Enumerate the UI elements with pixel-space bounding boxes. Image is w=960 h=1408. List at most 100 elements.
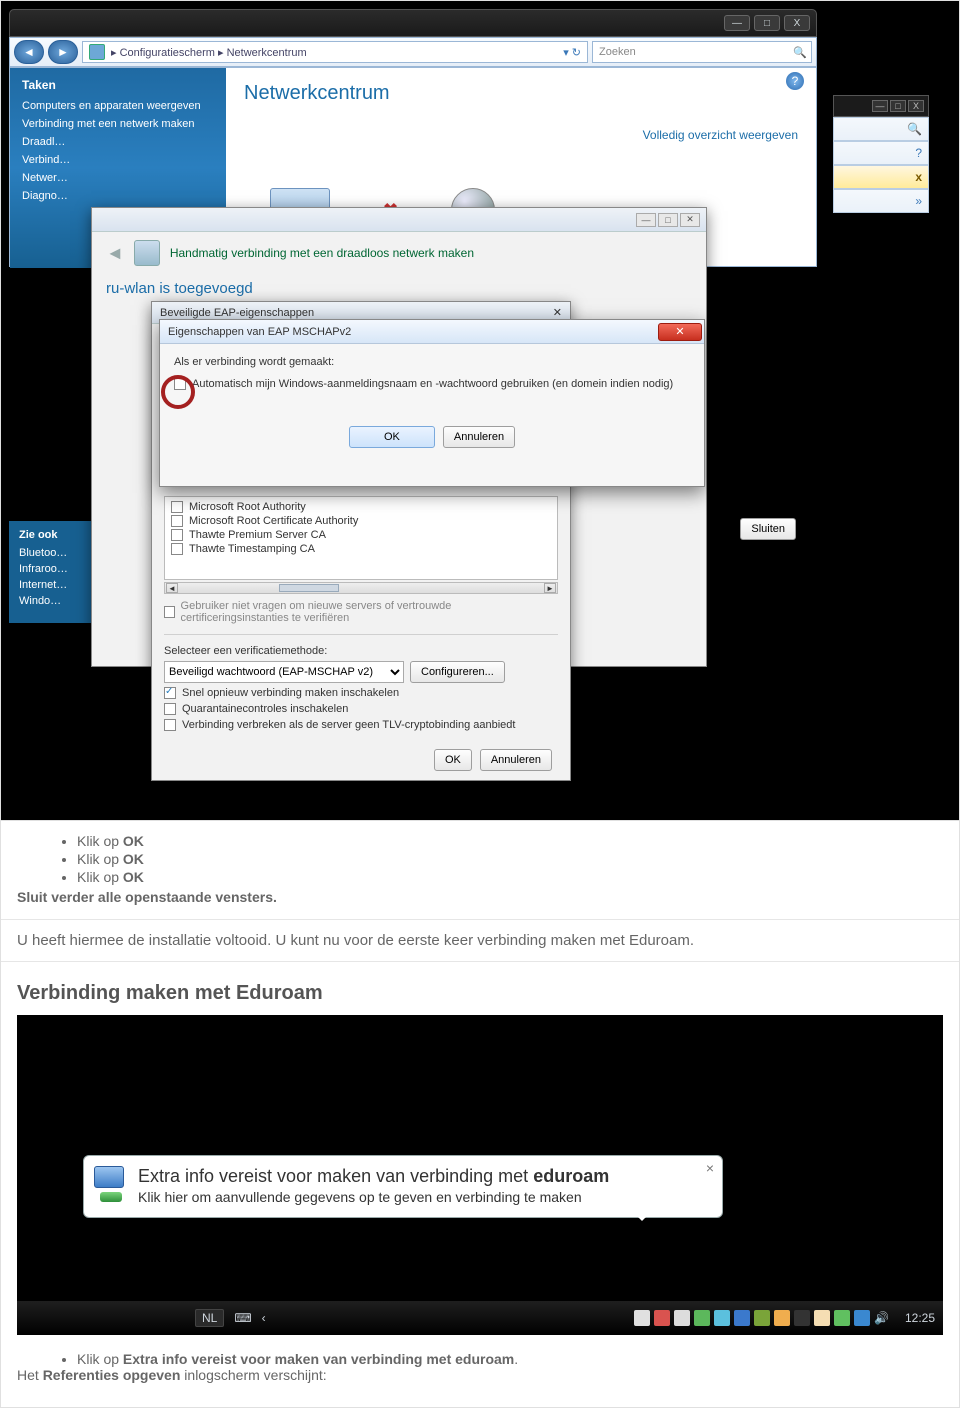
system-tray: 🔊 bbox=[634, 1310, 889, 1326]
completion-paragraph: U heeft hiermee de installatie voltooid.… bbox=[1, 920, 959, 962]
verify-method-label: Selecteer een verificatiemethode: bbox=[164, 645, 558, 657]
mschapv2-dialog: Eigenschappen van EAP MSCHAPv2 ✕ Als er … bbox=[159, 319, 705, 487]
wlan-added-text: ru-wlan is toegevoegd bbox=[92, 274, 706, 303]
cb-label: Snel opnieuw verbinding maken inschakele… bbox=[182, 687, 399, 699]
network-cable-icon bbox=[100, 1192, 122, 1202]
mschap-title: Eigenschappen van EAP MSCHAPv2 bbox=[168, 326, 351, 338]
instruction-line: Het Referenties opgeven inlogscherm vers… bbox=[17, 1367, 943, 1383]
clock: 12:25 bbox=[905, 1311, 935, 1325]
checkbox[interactable] bbox=[164, 703, 176, 715]
keyboard-icon[interactable]: ⌨ bbox=[234, 1311, 251, 1325]
instruction-item: Klik op Extra info vereist voor maken va… bbox=[77, 1351, 943, 1367]
checkbox[interactable] bbox=[171, 529, 183, 541]
bg-row-warning[interactable]: x bbox=[833, 165, 929, 189]
checkbox[interactable] bbox=[171, 515, 183, 527]
cb-label: Verbinding verbreken als de server geen … bbox=[182, 719, 515, 731]
search-icon: 🔍 bbox=[793, 46, 807, 59]
sidebar-item[interactable]: Verbinding met een netwerk maken bbox=[22, 118, 214, 130]
cancel-button[interactable]: Annuleren bbox=[480, 749, 552, 771]
bg-min-button[interactable]: — bbox=[872, 100, 888, 112]
checkbox[interactable] bbox=[164, 719, 176, 731]
sidebar-item[interactable]: Verbind… bbox=[22, 154, 214, 166]
ca-item: Microsoft Root Authority bbox=[189, 501, 306, 513]
instruction-item: Klik op OK bbox=[77, 851, 943, 867]
wireless-icon bbox=[134, 240, 160, 266]
tray-icon[interactable] bbox=[814, 1310, 830, 1326]
full-overview-link[interactable]: Volledig overzicht weergeven bbox=[643, 128, 798, 142]
scroll-left-icon[interactable]: ◄ bbox=[166, 583, 178, 593]
scroll-right-icon[interactable]: ► bbox=[544, 583, 556, 593]
auto-logon-checkbox[interactable] bbox=[174, 378, 186, 390]
tray-icon[interactable] bbox=[734, 1310, 750, 1326]
eap-close-button[interactable]: ✕ bbox=[553, 306, 562, 319]
tray-icon[interactable] bbox=[634, 1310, 650, 1326]
sidebar-item[interactable]: Draadl… bbox=[22, 136, 214, 148]
back-button[interactable]: ◄ bbox=[14, 40, 44, 64]
sidebar-item[interactable]: Netwer… bbox=[22, 172, 214, 184]
address-bar: ◄ ► ▸ Configuratiescherm ▸ Netwerkcentru… bbox=[9, 37, 817, 67]
wiz-max[interactable]: □ bbox=[658, 213, 678, 227]
window-close-button[interactable]: X bbox=[784, 15, 810, 31]
balloon-close-icon[interactable]: × bbox=[706, 1160, 714, 1176]
checkbox[interactable] bbox=[164, 687, 176, 699]
verify-method-select[interactable]: Beveiligd wachtwoord (EAP-MSCHAP v2) bbox=[164, 661, 404, 683]
balloon-title: Extra info vereist voor maken van verbin… bbox=[138, 1166, 708, 1187]
scroll-thumb[interactable] bbox=[279, 584, 339, 592]
background-window-fragment: — □ X 🔍 ? x » bbox=[833, 95, 929, 265]
ok-button[interactable]: OK bbox=[349, 426, 435, 448]
tray-icon[interactable] bbox=[794, 1310, 810, 1326]
section-heading: Verbinding maken met Eduroam bbox=[1, 962, 959, 1015]
screenshot-balloon-tip: × Extra info vereist voor maken van verb… bbox=[17, 1015, 943, 1335]
tray-icon[interactable] bbox=[754, 1310, 770, 1326]
forward-button[interactable]: ► bbox=[48, 40, 78, 64]
network-monitor-icon bbox=[94, 1166, 124, 1188]
tray-icon[interactable] bbox=[854, 1310, 870, 1326]
screenshot-vista-dialogs: — □ X ◄ ► ▸ Configuratiescherm ▸ Netwerk… bbox=[1, 1, 959, 821]
bg-close-button[interactable]: X bbox=[908, 100, 924, 112]
minimize-button[interactable]: — bbox=[724, 15, 750, 31]
breadcrumb[interactable]: ▸ Configuratiescherm ▸ Netwerkcentrum ▾ … bbox=[82, 41, 588, 63]
mute-text: Gebruiker niet vragen om nieuwe servers … bbox=[181, 600, 558, 624]
instruction-block: Klik op OK Klik op OK Klik op OK Sluit v… bbox=[1, 821, 959, 920]
sluiten-button[interactable]: Sluiten bbox=[740, 518, 796, 540]
tray-icon[interactable] bbox=[714, 1310, 730, 1326]
search-input[interactable]: Zoeken 🔍 bbox=[592, 41, 812, 63]
tray-icon[interactable] bbox=[834, 1310, 850, 1326]
tray-chevron-icon[interactable]: ‹ bbox=[262, 1311, 266, 1325]
window-titlebar: — □ X bbox=[9, 9, 817, 37]
configure-button[interactable]: Configureren... bbox=[410, 661, 505, 683]
maximize-button[interactable]: □ bbox=[754, 15, 780, 31]
mschap-close-button[interactable]: ✕ bbox=[658, 323, 702, 341]
sidebar-item[interactable]: Diagno… bbox=[22, 190, 214, 202]
back-arrow-icon[interactable]: ◄ bbox=[106, 243, 124, 264]
page-title: Netwerkcentrum bbox=[244, 82, 798, 105]
bg-row: » bbox=[833, 189, 929, 213]
bg-row: 🔍 bbox=[833, 117, 929, 141]
volume-icon[interactable]: 🔊 bbox=[874, 1311, 889, 1325]
refresh-icon[interactable]: ▾ ↻ bbox=[563, 46, 581, 59]
tray-icon[interactable] bbox=[694, 1310, 710, 1326]
ca-item: Thawte Premium Server CA bbox=[189, 529, 326, 541]
ca-list[interactable]: Microsoft Root Authority Microsoft Root … bbox=[164, 496, 558, 580]
tray-icon[interactable] bbox=[654, 1310, 670, 1326]
wiz-close[interactable]: ✕ bbox=[680, 213, 700, 227]
auto-logon-label: Automatisch mijn Windows-aanmeldingsnaam… bbox=[192, 378, 673, 390]
cancel-button[interactable]: Annuleren bbox=[443, 426, 515, 448]
breadcrumb-text: ▸ Configuratiescherm ▸ Netwerkcentrum bbox=[111, 46, 307, 59]
bg-row: ? bbox=[833, 141, 929, 165]
checkbox[interactable] bbox=[171, 543, 183, 555]
tray-icon[interactable] bbox=[774, 1310, 790, 1326]
sidebar-heading: Taken bbox=[22, 78, 214, 92]
language-indicator[interactable]: NL bbox=[195, 1309, 224, 1327]
wizard-title: Handmatig verbinding met een draadloos n… bbox=[170, 246, 474, 260]
mschap-prompt: Als er verbinding wordt gemaakt: bbox=[174, 356, 690, 368]
scrollbar[interactable]: ◄ ► bbox=[164, 582, 558, 594]
notification-balloon[interactable]: × Extra info vereist voor maken van verb… bbox=[83, 1155, 723, 1218]
checkbox[interactable] bbox=[171, 501, 183, 513]
wiz-min[interactable]: — bbox=[636, 213, 656, 227]
taskbar: NL ⌨ ‹ 🔊 12:25 bbox=[17, 1301, 943, 1335]
ok-button[interactable]: OK bbox=[434, 749, 472, 771]
tray-icon[interactable] bbox=[674, 1310, 690, 1326]
bg-max-button[interactable]: □ bbox=[890, 100, 906, 112]
sidebar-item[interactable]: Computers en apparaten weergeven bbox=[22, 100, 214, 112]
